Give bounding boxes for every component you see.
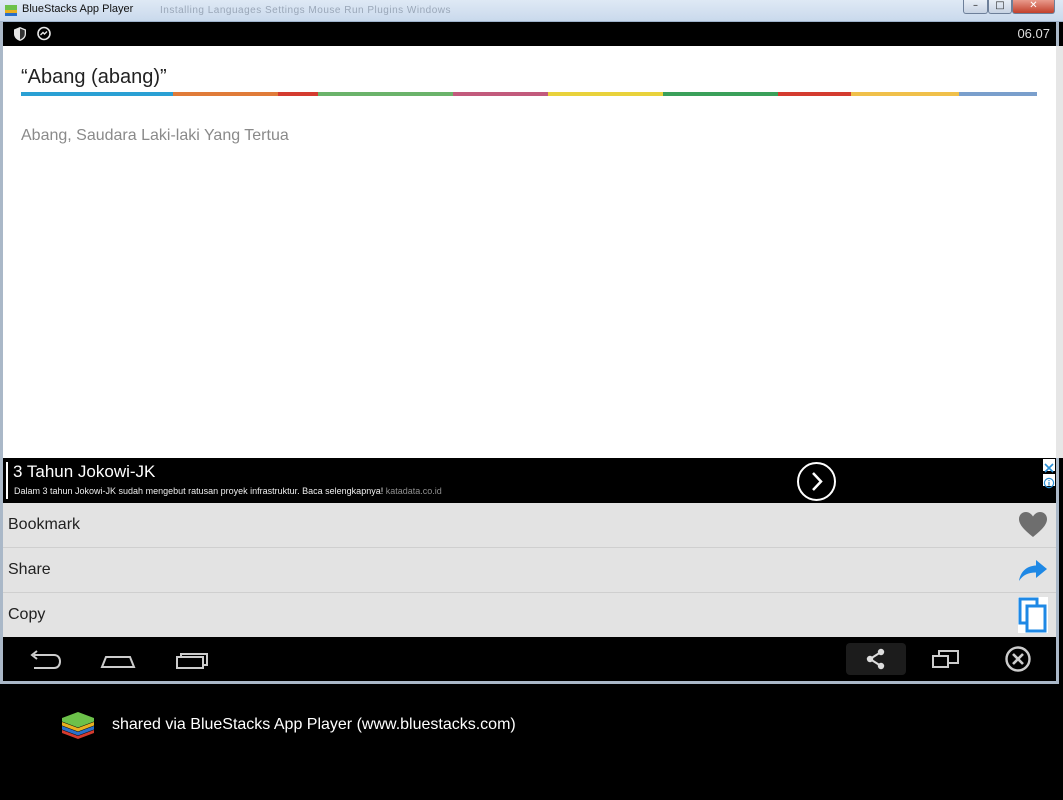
- color-divider-segment: [851, 92, 959, 96]
- ad-description: Dalam 3 tahun Jokowi-JK sudah mengebut r…: [14, 486, 442, 496]
- window-mode-button[interactable]: [921, 643, 969, 675]
- ad-open-button[interactable]: [797, 462, 836, 501]
- ad-title[interactable]: 3 Tahun Jokowi-JK: [13, 462, 155, 482]
- nav-share-button[interactable]: [846, 643, 906, 675]
- window-icon: [932, 650, 959, 668]
- ad-domain: katadata.co.id: [385, 486, 442, 496]
- share-arrow-icon[interactable]: [1018, 555, 1048, 585]
- color-divider-segment: [318, 92, 453, 96]
- shared-via-text: shared via BlueStacks App Player (www.bl…: [112, 716, 516, 733]
- shield-icon: [14, 27, 26, 41]
- word-meaning: Abang, Saudara Laki-laki Yang Tertua: [21, 127, 289, 144]
- maximize-button[interactable]: □: [988, 0, 1012, 14]
- close-circle-icon: [1005, 646, 1031, 672]
- color-divider-segment: [278, 92, 318, 96]
- android-nav-bar: [3, 637, 1056, 681]
- window-title: BlueStacks App Player: [22, 3, 134, 15]
- share-icon: [866, 648, 885, 670]
- color-divider-segment: [778, 92, 851, 96]
- action-menu: Bookmark Share Copy: [3, 503, 1056, 637]
- color-divider-segment: [548, 92, 663, 96]
- ad-choices-button[interactable]: [1043, 474, 1055, 489]
- bluestacks-logo-icon: [62, 712, 94, 739]
- ad-edge-line: [6, 462, 8, 499]
- color-divider-segment: [453, 92, 548, 96]
- home-button[interactable]: [94, 643, 142, 675]
- copy-label: Copy: [8, 606, 46, 623]
- close-icon: [1044, 463, 1054, 473]
- color-divider-segment: [663, 92, 778, 96]
- exit-button[interactable]: [993, 643, 1041, 675]
- word-detail-content: “Abang (abang)” Abang, Saudara Laki-laki…: [3, 46, 1056, 458]
- ad-description-text: Dalam 3 tahun Jokowi-JK sudah mengebut r…: [14, 486, 384, 496]
- share-footer: shared via BlueStacks App Player (www.bl…: [0, 684, 1063, 800]
- home-icon: [100, 656, 136, 668]
- close-window-button[interactable]: ✕: [1012, 0, 1055, 14]
- copy-icon[interactable]: [1018, 597, 1048, 633]
- chevron-right-icon: [812, 472, 823, 491]
- messenger-icon: [37, 26, 51, 41]
- bluestacks-logo-icon: [5, 5, 17, 16]
- back-icon: [30, 650, 62, 669]
- status-time: 06.07: [1017, 26, 1050, 41]
- color-divider-segment: [173, 92, 278, 96]
- window-ghost-menu: Installing Languages Settings Mouse Run …: [160, 5, 451, 16]
- copy-item[interactable]: Copy: [3, 593, 1056, 638]
- heart-icon[interactable]: [1018, 510, 1048, 540]
- back-button[interactable]: [20, 643, 68, 675]
- share-label: Share: [8, 561, 51, 578]
- content-scroll-gutter: [1056, 46, 1063, 458]
- recent-apps-button[interactable]: [168, 643, 216, 675]
- recent-apps-icon: [176, 653, 208, 669]
- share-item[interactable]: Share: [3, 548, 1056, 593]
- bookmark-item[interactable]: Bookmark: [3, 503, 1056, 548]
- bookmark-label: Bookmark: [8, 516, 81, 533]
- minimize-button[interactable]: –: [963, 0, 988, 14]
- ad-close-button[interactable]: [1043, 459, 1055, 473]
- color-divider: [21, 92, 1037, 96]
- info-icon: [1043, 477, 1055, 489]
- color-divider-segment: [959, 92, 1037, 96]
- android-status-bar: 06.07: [3, 22, 1056, 46]
- word-title: “Abang (abang)”: [21, 66, 167, 88]
- window-titlebar: BlueStacks App Player Installing Languag…: [0, 0, 1063, 22]
- ad-banner[interactable]: 3 Tahun Jokowi-JK Dalam 3 tahun Jokowi-J…: [3, 458, 1056, 503]
- color-divider-segment: [21, 92, 173, 96]
